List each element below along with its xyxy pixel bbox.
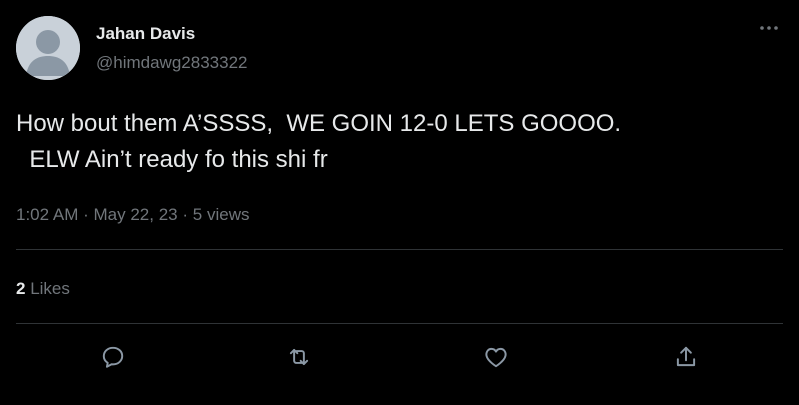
tweet-time[interactable]: 1:02 AM	[16, 205, 78, 224]
like-button[interactable]	[481, 342, 511, 372]
views-count: 5	[192, 205, 203, 224]
views-label: views	[206, 205, 250, 224]
more-options-icon	[760, 26, 778, 30]
share-icon	[676, 346, 696, 367]
avatar[interactable]	[16, 16, 80, 80]
divider	[16, 249, 783, 250]
tweet-metadata: 1:02 AM · May 22, 23 · 5 views	[16, 205, 249, 225]
reply-button[interactable]	[98, 342, 128, 372]
likes-label: Likes	[30, 279, 70, 298]
heart-icon	[485, 347, 507, 368]
more-options-button[interactable]	[757, 18, 781, 38]
likes-count: 2	[16, 279, 26, 298]
retweet-icon	[289, 348, 309, 366]
author-handle[interactable]: @himdawg2833322	[96, 53, 247, 73]
reply-icon	[102, 346, 124, 368]
tweet-text: How bout them A’SSSS, WE GOIN 12-0 LETS …	[16, 110, 622, 173]
divider	[16, 323, 783, 324]
share-button[interactable]	[671, 342, 701, 372]
author-display-name[interactable]: Jahan Davis	[96, 24, 195, 44]
meta-separator: ·	[83, 205, 89, 224]
retweet-button[interactable]	[284, 342, 314, 372]
meta-separator: ·	[182, 205, 189, 224]
default-avatar-icon	[16, 16, 80, 80]
tweet-date[interactable]: May 22, 23	[94, 205, 178, 224]
tweet-card: Jahan Davis @himdawg2833322 How bout the…	[0, 0, 799, 405]
likes-link[interactable]: 2 Likes	[16, 279, 70, 299]
